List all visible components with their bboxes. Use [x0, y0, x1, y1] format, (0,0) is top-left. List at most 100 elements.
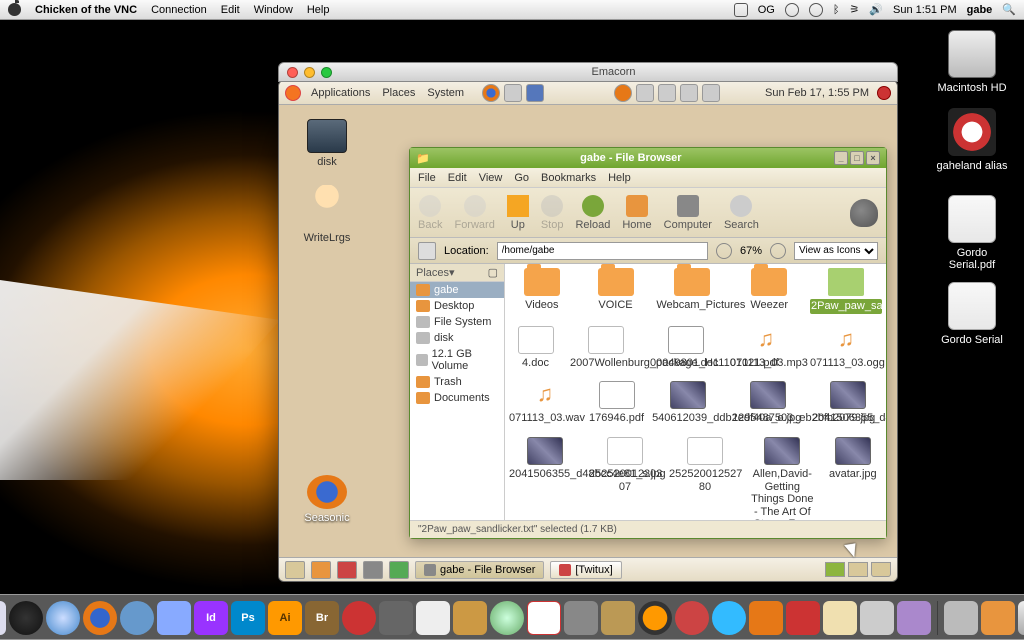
file-item[interactable]: Allen,David- Getting Things Done - The A… — [749, 437, 816, 520]
dock-stack-icon[interactable] — [981, 601, 1015, 635]
dock-finder-icon[interactable] — [0, 601, 6, 635]
dock-illustrator-icon[interactable]: Ai — [268, 601, 302, 635]
dock-app-icon[interactable] — [897, 601, 931, 635]
dock-app-icon[interactable] — [342, 601, 376, 635]
vnc-window-titlebar[interactable]: Emacorn — [278, 62, 898, 82]
zoom-in-icon[interactable] — [770, 243, 786, 259]
gnome-desktop[interactable]: disk WriteLrgs Seasonic 📁 gabe - File Br… — [279, 105, 897, 557]
file-item[interactable]: 00049801_H11101021.pdf — [650, 326, 722, 370]
menu-connection[interactable]: Connection — [151, 4, 207, 16]
file-item[interactable]: 2Paw_paw_sandlicker.txt — [810, 268, 882, 314]
dock-skype-icon[interactable] — [712, 601, 746, 635]
applet-icon[interactable] — [363, 561, 383, 579]
taskbar-item-twitux[interactable]: [Twitux] — [550, 561, 621, 579]
gnome-icon-seasonic[interactable]: Seasonic — [295, 475, 359, 524]
minimize-icon[interactable]: _ — [834, 151, 848, 165]
maximize-icon[interactable]: □ — [850, 151, 864, 165]
dock-safari-icon[interactable] — [46, 601, 80, 635]
file-item[interactable]: 1295487503_eb2bfb2079.jpg — [732, 381, 804, 425]
dock-app-icon[interactable] — [675, 601, 709, 635]
dock-vnc-icon[interactable] — [823, 601, 857, 635]
workspace-1[interactable] — [825, 562, 845, 577]
tray-icon[interactable] — [680, 84, 698, 102]
dock-app-icon[interactable] — [749, 601, 783, 635]
desktop-gordo-serial[interactable]: Gordo Serial — [936, 282, 1008, 346]
up-button[interactable]: Up — [507, 195, 529, 231]
gnome-clock[interactable]: Sun Feb 17, 1:55 PM — [765, 87, 869, 99]
menu-help[interactable]: Help — [608, 172, 631, 184]
dock-app-icon[interactable] — [601, 601, 635, 635]
applet-icon[interactable] — [337, 561, 357, 579]
file-item[interactable]: 540612039_ddb2edf40a_o.jpg — [652, 381, 724, 425]
dock-app-icon[interactable] — [564, 601, 598, 635]
menu-help[interactable]: Help — [307, 4, 330, 16]
file-item[interactable]: 252520012527 80 — [669, 437, 741, 520]
desktop-gaheland-alias[interactable]: gaheland alias — [936, 108, 1008, 172]
zoom-out-icon[interactable] — [716, 243, 732, 259]
applet-icon[interactable] — [389, 561, 409, 579]
file-item[interactable]: 2041506355_d48bcc4e81_m.jpg — [812, 381, 884, 425]
gnome-menu-applications[interactable]: Applications — [311, 87, 370, 99]
sidebar-item-desktop[interactable]: Desktop — [410, 298, 504, 314]
sidebar-item-disk[interactable]: disk — [410, 330, 504, 346]
apple-menu-icon[interactable] — [8, 3, 21, 16]
gnome-menu-system[interactable]: System — [427, 87, 464, 99]
menu-bookmarks[interactable]: Bookmarks — [541, 172, 596, 184]
file-item[interactable]: 071113_03.wav — [509, 381, 581, 425]
file-item[interactable]: Weezer — [736, 268, 802, 314]
file-item[interactable]: 071113_03.mp3 — [730, 326, 802, 370]
taskbar-item-nautilus[interactable]: gabe - File Browser — [415, 561, 544, 579]
search-button[interactable]: Search — [724, 195, 759, 231]
edit-location-icon[interactable] — [418, 242, 436, 260]
launcher-evolution-icon[interactable] — [504, 84, 522, 102]
menu-view[interactable]: View — [479, 172, 503, 184]
tray-icon[interactable] — [702, 84, 720, 102]
sync-icon[interactable] — [785, 3, 799, 17]
dock-app-icon[interactable] — [416, 601, 450, 635]
menubar-user[interactable]: gabe — [967, 4, 993, 16]
status-icon[interactable] — [734, 3, 748, 17]
close-button[interactable] — [287, 67, 298, 78]
menu-go[interactable]: Go — [514, 172, 529, 184]
sidebar-item-12-1-gb-volume[interactable]: 12.1 GB Volume — [410, 346, 504, 374]
ubuntu-logo-icon[interactable] — [285, 85, 301, 101]
view-mode-select[interactable]: View as Icons — [794, 242, 878, 260]
dock-bridge-icon[interactable]: Br — [305, 601, 339, 635]
nautilus-icon-view[interactable]: VideosVOICEWebcam_PicturesWeezer2Paw_paw… — [505, 264, 886, 520]
shutdown-icon[interactable] — [877, 86, 891, 100]
dock-camino-icon[interactable] — [120, 601, 154, 635]
sidebar-item-trash[interactable]: Trash — [410, 374, 504, 390]
back-button[interactable]: Back — [418, 195, 442, 231]
menubar-clock[interactable]: Sun 1:51 PM — [893, 4, 957, 16]
sidebar-item-documents[interactable]: Documents — [410, 390, 504, 406]
file-item[interactable]: 4.doc — [509, 326, 562, 370]
zoom-button[interactable] — [321, 67, 332, 78]
spotlight-icon[interactable]: 🔍 — [1002, 3, 1016, 16]
dock-app-icon[interactable] — [379, 601, 413, 635]
gnome-icon-writelrgs[interactable]: WriteLrgs — [295, 185, 359, 244]
dock-ical-icon[interactable] — [527, 601, 561, 635]
file-item[interactable]: 071113_03.ogg — [810, 326, 882, 370]
dock-trash-icon[interactable] — [1018, 601, 1024, 635]
show-desktop-icon[interactable] — [285, 561, 305, 579]
sidebar-item-gabe[interactable]: gabe — [410, 282, 504, 298]
dock-itunes-icon[interactable] — [490, 601, 524, 635]
bluetooth-icon[interactable]: ᛒ — [833, 4, 840, 16]
menu-file[interactable]: File — [418, 172, 436, 184]
dock-indesign-icon[interactable]: Id — [194, 601, 228, 635]
eject-icon[interactable] — [809, 3, 823, 17]
forward-button[interactable]: Forward — [454, 195, 494, 231]
gnome-icon-disk[interactable]: disk — [295, 119, 359, 168]
close-sidebar-icon[interactable]: ▢ — [488, 266, 498, 279]
stop-button[interactable]: Stop — [541, 195, 564, 231]
dock-dashboard-icon[interactable] — [9, 601, 43, 635]
location-input[interactable] — [497, 242, 708, 260]
file-item[interactable]: Videos — [509, 268, 575, 314]
file-item[interactable]: 252520012303 07 — [589, 437, 661, 520]
applet-icon[interactable] — [311, 561, 331, 579]
file-item[interactable]: 2007Wollenburg_package.doc — [570, 326, 642, 370]
file-item[interactable]: VOICE — [583, 268, 649, 314]
tray-icon[interactable] — [636, 84, 654, 102]
trash-icon[interactable] — [871, 562, 891, 577]
close-icon[interactable]: × — [866, 151, 880, 165]
